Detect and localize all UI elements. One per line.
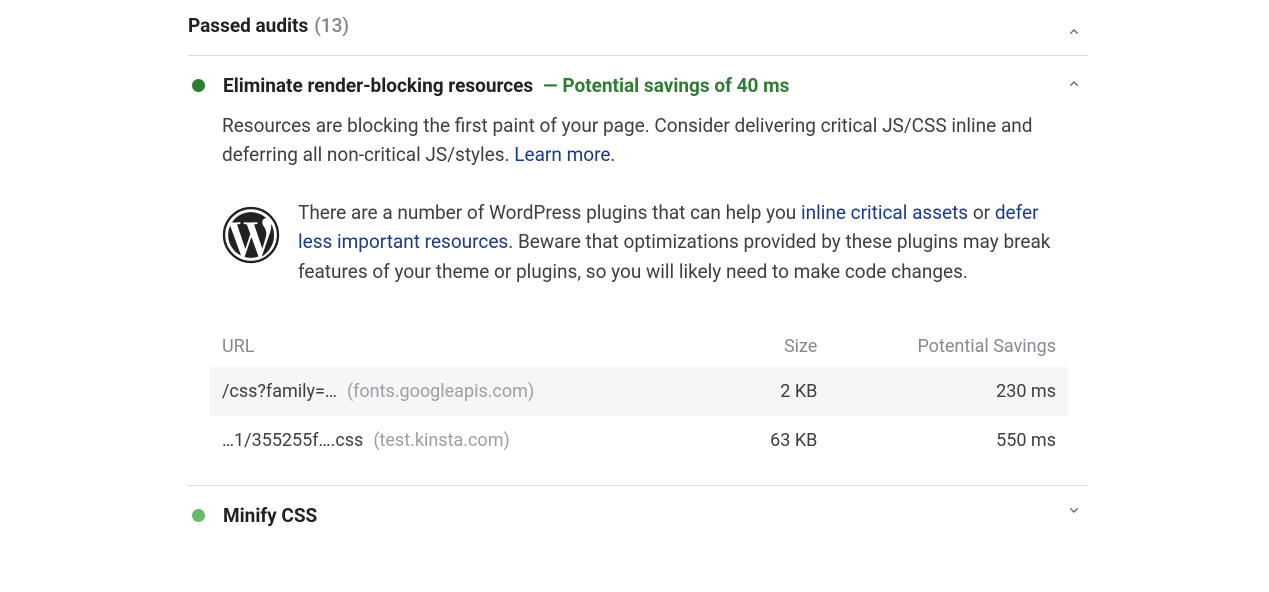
cell-size: 63 KB: [725, 416, 830, 465]
table-row: …1/355255f….css (test.kinsta.com) 63 KB 5…: [210, 416, 1068, 465]
audit-savings: — Potential savings of 40 ms: [543, 74, 789, 97]
chevron-up-icon: [1066, 76, 1082, 92]
cell-savings: 230 ms: [829, 367, 1068, 416]
desc-text-a: Resources are blocking the first paint o…: [222, 114, 1033, 166]
wordpress-icon: [222, 206, 280, 264]
audit-title: Eliminate render-blocking resources: [223, 74, 533, 97]
passed-audits-count: (13): [314, 14, 349, 37]
passed-audits-toggle[interactable]: Passed audits (13): [188, 8, 1088, 55]
audit-body: Resources are blocking the first paint o…: [188, 111, 1088, 485]
audit-description: Resources are blocking the first paint o…: [222, 111, 1052, 170]
table-row: /css?family=… (fonts.googleapis.com) 2 KB…: [210, 367, 1068, 416]
url-path: /css?family=…: [222, 381, 337, 402]
inline-critical-assets-link[interactable]: inline critical assets: [801, 201, 968, 224]
col-size: Size: [725, 326, 830, 367]
desc-text-b: .: [610, 143, 615, 166]
audit-minify-css[interactable]: Minify CSS: [188, 486, 1088, 533]
url-origin: (fonts.googleapis.com): [347, 381, 534, 402]
status-dot-icon: [192, 509, 205, 522]
wp-text-b: or: [968, 201, 995, 224]
passed-audits-title: Passed audits: [188, 14, 308, 37]
cell-size: 2 KB: [725, 367, 830, 416]
audit-title: Minify CSS: [223, 504, 317, 527]
col-savings: Potential Savings: [829, 326, 1068, 367]
url-path: …1/355255f….css: [222, 430, 363, 451]
wordpress-note: There are a number of WordPress plugins …: [298, 198, 1058, 286]
chevron-up-icon: [1066, 24, 1082, 40]
learn-more-link[interactable]: Learn more: [514, 143, 610, 166]
resources-table: URL Size Potential Savings /css?family=……: [210, 326, 1068, 465]
wp-text-a: There are a number of WordPress plugins …: [298, 201, 801, 224]
col-url: URL: [210, 326, 725, 367]
cell-savings: 550 ms: [829, 416, 1068, 465]
chevron-down-icon: [1066, 502, 1082, 518]
url-origin: (test.kinsta.com): [373, 430, 509, 451]
status-dot-icon: [192, 79, 205, 92]
audit-eliminate-render-blocking[interactable]: Eliminate render-blocking resources — Po…: [188, 56, 1088, 111]
